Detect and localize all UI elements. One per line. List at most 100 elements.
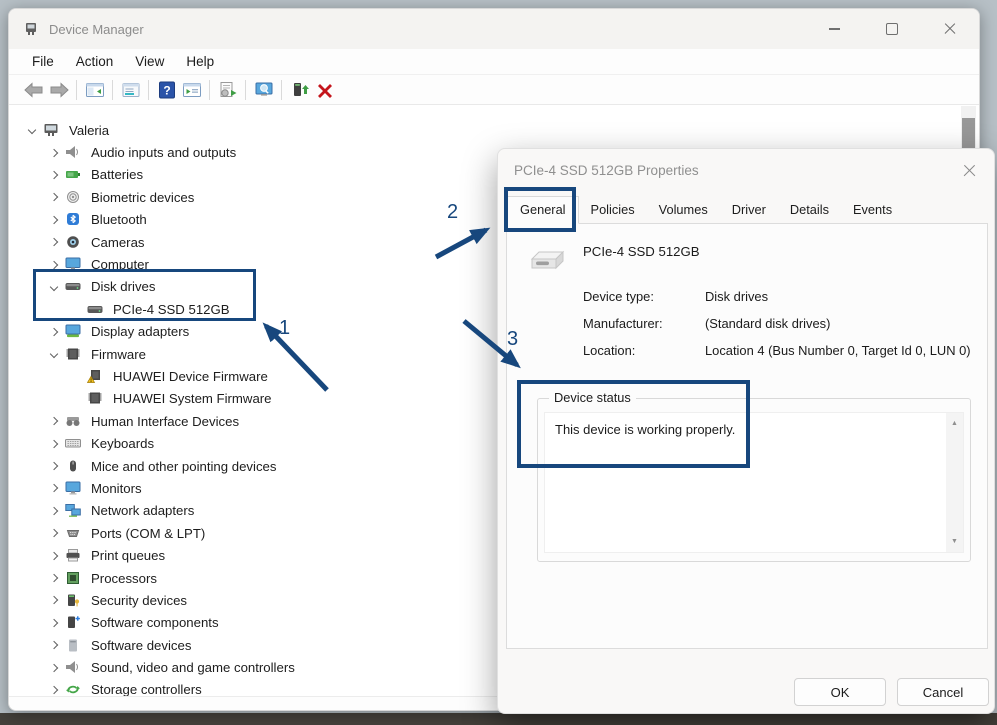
chevron-placeholder <box>67 367 85 385</box>
monitor-icon <box>65 481 82 496</box>
dialog-close-icon[interactable] <box>956 159 982 183</box>
software-component-icon <box>65 615 82 630</box>
dialog-title: PCIe-4 SSD 512GB Properties <box>498 149 994 191</box>
mouse-icon <box>65 459 82 474</box>
properties-icon[interactable] <box>118 78 143 102</box>
chevron-down-icon[interactable] <box>23 121 41 139</box>
tab-volumes[interactable]: Volumes <box>647 197 720 223</box>
chevron-right-icon[interactable] <box>45 569 63 587</box>
toolbar-separator <box>112 80 113 100</box>
dialog-tabs: GeneralPoliciesVolumesDriverDetailsEvent… <box>507 197 904 223</box>
scroll-down-icon[interactable]: ▼ <box>946 533 963 550</box>
chevron-right-icon[interactable] <box>45 591 63 609</box>
status-scrollbar[interactable]: ▲ ▼ <box>946 413 963 552</box>
tab-general[interactable]: General <box>507 196 579 224</box>
chevron-right-icon[interactable] <box>45 659 63 677</box>
menu-file[interactable]: File <box>21 51 65 72</box>
field-label: Manufacturer: <box>583 315 705 332</box>
desktop-background-strip <box>0 713 997 725</box>
menu-view[interactable]: View <box>124 51 175 72</box>
chevron-right-icon[interactable] <box>45 144 63 162</box>
tree-item-label: Software components <box>91 615 219 630</box>
scan-hardware-changes-icon[interactable] <box>215 78 240 102</box>
ok-button[interactable]: OK <box>794 678 886 706</box>
tree-item-valeria[interactable]: Valeria <box>9 119 961 141</box>
chevron-placeholder <box>67 300 85 318</box>
keyboard-icon <box>65 436 82 451</box>
toolbar-separator <box>148 80 149 100</box>
uninstall-device-icon[interactable] <box>312 78 337 102</box>
field-device-type: Device type:Disk drives <box>583 288 997 305</box>
update-driver-icon[interactable] <box>287 78 312 102</box>
chevron-right-icon[interactable] <box>45 636 63 654</box>
scroll-up-icon[interactable]: ▲ <box>946 415 963 432</box>
device-fields: Device type:Disk drives Manufacturer:(Sta… <box>583 288 997 369</box>
chevron-right-icon[interactable] <box>45 211 63 229</box>
device-status-textarea[interactable]: This device is working properly. ▲ ▼ <box>544 412 964 553</box>
tree-item-label: Print queues <box>91 548 165 563</box>
field-label: Location: <box>583 342 705 359</box>
back-icon[interactable] <box>21 78 46 102</box>
chevron-right-icon[interactable] <box>45 233 63 251</box>
chevron-right-icon[interactable] <box>45 323 63 341</box>
battery-icon <box>65 167 82 182</box>
menu-help[interactable]: Help <box>175 51 225 72</box>
chip-icon <box>87 391 104 406</box>
printer-icon <box>65 548 82 563</box>
minimize-button[interactable] <box>805 9 863 49</box>
search-computer-icon[interactable] <box>251 78 276 102</box>
chevron-right-icon[interactable] <box>45 457 63 475</box>
properties-dialog: PCIe-4 SSD 512GB Properties GeneralPolic… <box>497 148 995 714</box>
show-console-tree-icon[interactable] <box>82 78 107 102</box>
tree-item-label: Cameras <box>91 235 145 250</box>
chevron-right-icon[interactable] <box>45 681 63 696</box>
security-icon <box>65 593 82 608</box>
chevron-right-icon[interactable] <box>45 479 63 497</box>
tree-item-label: Biometric devices <box>91 190 194 205</box>
tab-driver[interactable]: Driver <box>720 197 778 223</box>
device-name: PCIe-4 SSD 512GB <box>583 244 700 259</box>
field-manufacturer: Manufacturer:(Standard disk drives) <box>583 315 997 332</box>
tree-item-label: Valeria <box>69 123 109 138</box>
tab-events[interactable]: Events <box>841 197 904 223</box>
tree-item-label: Sound, video and game controllers <box>91 660 295 675</box>
device-manager-icon <box>23 21 39 37</box>
help-icon[interactable]: ? <box>154 78 179 102</box>
action-pane-icon[interactable] <box>179 78 204 102</box>
chevron-down-icon[interactable] <box>45 278 63 296</box>
chevron-right-icon[interactable] <box>45 547 63 565</box>
tree-item-label: Computer <box>91 257 149 272</box>
chevron-right-icon[interactable] <box>45 614 63 632</box>
tree-item-label: Network adapters <box>91 503 194 518</box>
tree-item-label: Processors <box>91 571 157 586</box>
disk-icon <box>87 302 104 317</box>
tree-item-label: Security devices <box>91 593 187 608</box>
chevron-right-icon[interactable] <box>45 435 63 453</box>
tree-item-label: Bluetooth <box>91 212 147 227</box>
menu-action[interactable]: Action <box>65 51 125 72</box>
software-device-icon <box>65 638 82 653</box>
chevron-right-icon[interactable] <box>45 256 63 274</box>
field-label: Device type: <box>583 288 705 305</box>
maximize-button[interactable] <box>863 9 921 49</box>
chevron-right-icon[interactable] <box>45 524 63 542</box>
toolbar-separator <box>209 80 210 100</box>
tree-item-label: Audio inputs and outputs <box>91 145 236 160</box>
chevron-down-icon[interactable] <box>45 345 63 363</box>
chevron-right-icon[interactable] <box>45 502 63 520</box>
chevron-right-icon[interactable] <box>45 188 63 206</box>
device-status-label: Device status <box>549 390 636 405</box>
forward-icon[interactable] <box>46 78 71 102</box>
cancel-button[interactable]: Cancel <box>897 678 989 706</box>
close-button[interactable] <box>921 9 979 49</box>
titlebar: Device Manager <box>9 9 979 49</box>
tab-policies[interactable]: Policies <box>579 197 647 223</box>
toolbar: ? <box>9 75 979 105</box>
svg-text:?: ? <box>163 83 170 97</box>
field-value: (Standard disk drives) <box>705 315 997 332</box>
chevron-right-icon[interactable] <box>45 412 63 430</box>
tab-details[interactable]: Details <box>778 197 841 223</box>
tree-item-label: Human Interface Devices <box>91 414 239 429</box>
tree-item-label: Mice and other pointing devices <box>91 459 276 474</box>
chevron-right-icon[interactable] <box>45 166 63 184</box>
